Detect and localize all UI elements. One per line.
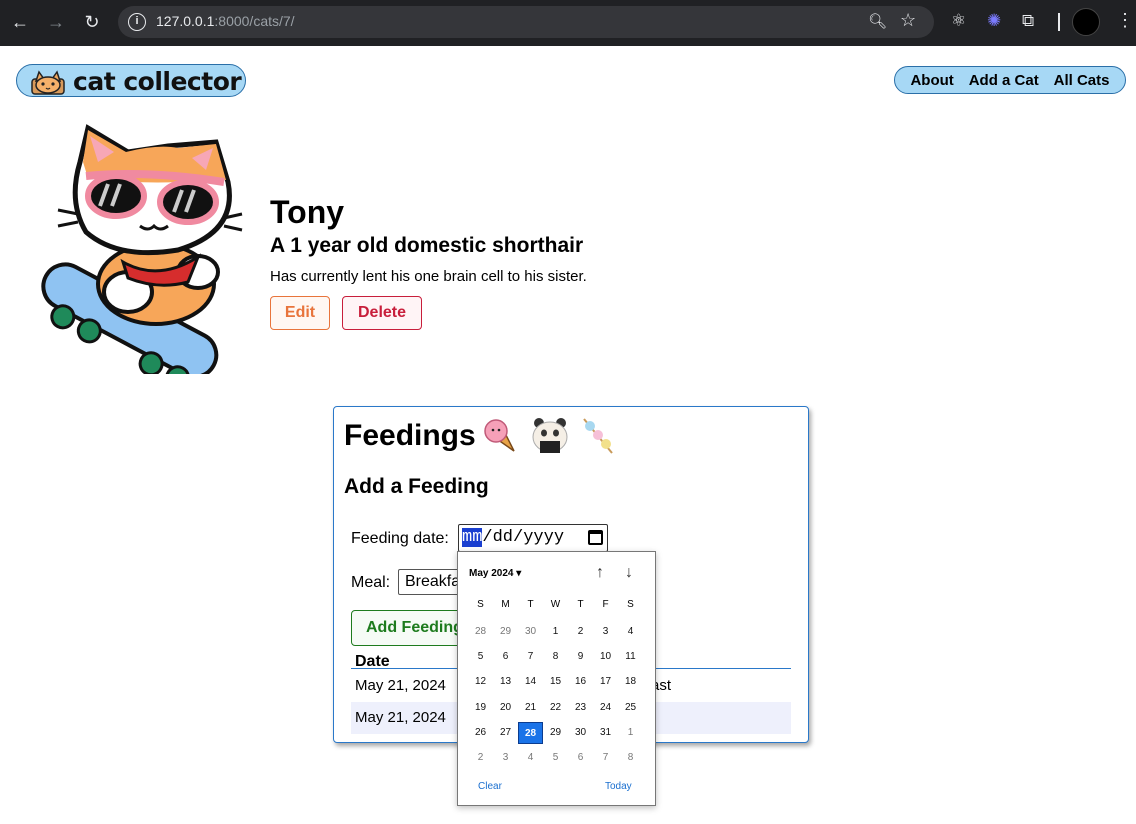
logo-cat-icon <box>31 70 65 95</box>
next-month-arrow-icon[interactable]: ↓ <box>625 564 633 582</box>
month-year-dropdown[interactable]: May 2024 ▾ <box>469 568 521 579</box>
weekday-header: S <box>627 599 634 610</box>
dango-icon <box>583 418 613 454</box>
nav-link-add-a-cat[interactable]: Add a Cat <box>969 72 1039 89</box>
add-feeding-button[interactable]: Add Feeding <box>351 610 471 646</box>
calendar-day[interactable]: 25 <box>618 697 643 719</box>
feeding-date-input[interactable]: mm/dd/yyyy <box>458 524 608 552</box>
row-date: May 21, 2024 <box>355 677 446 694</box>
calendar-day[interactable]: 31 <box>593 722 618 744</box>
weekday-header: M <box>501 599 510 610</box>
url-text[interactable]: 127.0.0.1:8000/cats/7/ <box>156 13 295 29</box>
weekday-header: T <box>577 599 584 610</box>
menu-icon[interactable]: ⋮ <box>1116 10 1134 31</box>
calendar-day[interactable]: 8 <box>543 646 568 668</box>
calendar-day[interactable]: 18 <box>618 671 643 693</box>
feedings-title: Feedings <box>344 419 476 452</box>
calendar-day[interactable]: 7 <box>518 646 543 668</box>
calendar-day[interactable]: 16 <box>568 671 593 693</box>
calendar-day[interactable]: 10 <box>593 646 618 668</box>
extensions-puzzle-icon[interactable]: ⧉ <box>1022 11 1034 31</box>
calendar-day[interactable]: 29 <box>543 722 568 744</box>
address-bar[interactable]: i 127.0.0.1:8000/cats/7/ 🔍︎ ☆ <box>118 6 934 38</box>
calendar-day[interactable]: 4 <box>518 747 543 769</box>
calendar-day[interactable]: 23 <box>568 697 593 719</box>
react-devtools-icon[interactable]: ⚛ <box>951 11 966 31</box>
cat-description: Has currently lent his one brain cell to… <box>270 268 587 285</box>
calendar-day[interactable]: 21 <box>518 697 543 719</box>
calendar-day[interactable]: 27 <box>493 722 518 744</box>
weekday-header: F <box>602 599 609 610</box>
calendar-day[interactable]: 9 <box>568 646 593 668</box>
forward-icon[interactable]: → <box>44 10 68 34</box>
browser-toolbar: ← → ↻ i 127.0.0.1:8000/cats/7/ 🔍︎ ☆ ⚛ ✺ … <box>0 0 1136 46</box>
logo-text: cat collector <box>73 67 242 96</box>
calendar-day[interactable]: 3 <box>593 621 618 643</box>
top-nav: About Add a Cat All Cats <box>894 66 1126 94</box>
calendar-day[interactable]: 6 <box>493 646 518 668</box>
calendar-day[interactable]: 7 <box>593 747 618 769</box>
calendar-day[interactable]: 24 <box>593 697 618 719</box>
toolbar-divider <box>1058 13 1060 31</box>
calendar-day[interactable]: 1 <box>543 621 568 643</box>
calendar-day[interactable]: 5 <box>543 747 568 769</box>
calendar-day[interactable]: 28 <box>468 621 493 643</box>
meal-label: Meal: <box>351 574 391 591</box>
calendar-day[interactable]: 14 <box>518 671 543 693</box>
calendar-day[interactable]: 19 <box>468 697 493 719</box>
back-icon[interactable]: ← <box>8 10 32 34</box>
cat-name: Tony <box>270 194 345 230</box>
weekday-header: T <box>527 599 534 610</box>
calendar-day[interactable]: 13 <box>493 671 518 693</box>
clear-button[interactable]: Clear <box>478 781 502 792</box>
weekday-header: W <box>550 599 561 610</box>
date-picker-popup: May 2024 ▾ ↑ ↓ Clear Today S M T W T F S 28 29 30… <box>457 551 656 806</box>
cat-subtitle: A 1 year old domestic shorthair <box>270 234 584 257</box>
calendar-day[interactable]: 4 <box>618 621 643 643</box>
zoom-icon[interactable]: 🔍︎ <box>868 12 887 30</box>
calendar-day[interactable]: 30 <box>518 621 543 643</box>
calendar-day[interactable]: 30 <box>568 722 593 744</box>
date-rest-segment[interactable]: /dd/yyyy <box>482 528 564 547</box>
calendar-day[interactable]: 29 <box>493 621 518 643</box>
calendar-day[interactable]: 12 <box>468 671 493 693</box>
previous-month-arrow-icon[interactable]: ↑ <box>596 564 604 582</box>
calendar-day[interactable]: 8 <box>618 747 643 769</box>
weekday-header: S <box>477 599 484 610</box>
nav-link-about[interactable]: About <box>910 72 953 89</box>
calendar-day[interactable]: 2 <box>568 621 593 643</box>
calendar-day[interactable]: 6 <box>568 747 593 769</box>
delete-button[interactable]: Delete <box>342 296 422 330</box>
reload-icon[interactable]: ↻ <box>80 10 104 34</box>
bookmark-star-icon[interactable]: ☆ <box>900 10 916 31</box>
extension-icon[interactable]: ✺ <box>987 11 1001 31</box>
add-feeding-title: Add a Feeding <box>344 475 489 498</box>
calendar-day[interactable]: 26 <box>468 722 493 744</box>
calendar-day[interactable]: 11 <box>618 646 643 668</box>
calendar-day[interactable]: 1 <box>618 722 643 744</box>
calendar-icon[interactable] <box>588 530 603 545</box>
calendar-day[interactable]: 5 <box>468 646 493 668</box>
calendar-day-selected[interactable]: 28 <box>518 721 543 744</box>
calendar-day[interactable]: 15 <box>543 671 568 693</box>
calendar-day[interactable]: 3 <box>493 747 518 769</box>
edit-button[interactable]: Edit <box>270 296 330 330</box>
calendar-day[interactable]: 17 <box>593 671 618 693</box>
calendar-day[interactable]: 2 <box>468 747 493 769</box>
site-logo[interactable]: cat collector <box>16 64 246 97</box>
row-date: May 21, 2024 <box>355 709 446 726</box>
today-button[interactable]: Today <box>605 781 632 792</box>
profile-avatar[interactable] <box>1072 8 1100 36</box>
nav-link-all-cats[interactable]: All Cats <box>1054 72 1110 89</box>
calendar-day[interactable]: 22 <box>543 697 568 719</box>
cat-skateboard-image <box>41 124 243 374</box>
site-info-icon[interactable]: i <box>128 13 146 31</box>
date-month-segment[interactable]: mm <box>462 528 483 547</box>
feeding-date-label: Feeding date: <box>351 530 449 547</box>
calendar-day[interactable]: 20 <box>493 697 518 719</box>
panda-onigiri-icon <box>532 418 568 453</box>
ice-cream-icon <box>484 419 515 452</box>
